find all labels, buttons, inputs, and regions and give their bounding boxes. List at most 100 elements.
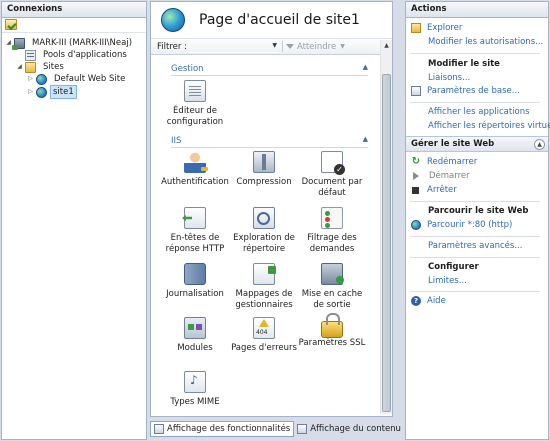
action-start[interactable]: Démarrer bbox=[411, 170, 470, 182]
directory-browsing-icon bbox=[253, 207, 275, 229]
features-view-icon bbox=[154, 424, 164, 434]
feature-mime-types[interactable]: Types MIME bbox=[161, 371, 229, 408]
action-basic-settings[interactable]: Paramètres de base... bbox=[411, 85, 520, 97]
expander-icon[interactable]: ◢ bbox=[5, 37, 12, 49]
collapse-icon[interactable]: ▲ bbox=[534, 139, 545, 150]
action-modify-permissions[interactable]: Modifier les autorisations... bbox=[428, 36, 543, 48]
explore-icon bbox=[411, 23, 421, 33]
action-help[interactable]: ? Aide bbox=[411, 295, 446, 307]
feature-label: Exploration de répertoire bbox=[233, 233, 295, 254]
collapse-icon[interactable]: ▲ bbox=[363, 135, 368, 143]
error-pages-icon bbox=[253, 317, 275, 339]
edit-icon bbox=[411, 86, 421, 96]
feature-modules[interactable]: Modules bbox=[161, 317, 229, 354]
action-view-applications[interactable]: Afficher les applications bbox=[428, 106, 530, 118]
feature-compression[interactable]: Compression bbox=[230, 151, 298, 188]
feature-label: Mise en cache de sortie bbox=[301, 289, 363, 310]
filter-dropdown-icon[interactable]: ▼ bbox=[272, 42, 277, 49]
action-label: Arrêter bbox=[427, 185, 457, 195]
filter-bar: Filtrer : ▼ Atteindre ▼ bbox=[151, 38, 392, 55]
feature-config-editor[interactable]: Éditeur de configuration bbox=[161, 80, 229, 127]
tree-node-label: Default Web Site bbox=[54, 74, 126, 84]
default-document-icon bbox=[321, 151, 345, 175]
separator bbox=[410, 236, 540, 237]
group-header-iis[interactable]: IIS ▲ bbox=[171, 135, 368, 148]
connections-panel: Connexions ◢ MARK-III (MARK-III\Neaj) Po… bbox=[1, 1, 147, 440]
feature-ssl-settings[interactable]: Paramètres SSL bbox=[298, 313, 366, 349]
separator bbox=[410, 201, 540, 202]
feature-label: Compression bbox=[236, 177, 292, 187]
tree-node-site1[interactable]: ▷ site1 bbox=[27, 85, 77, 99]
atteindre-button[interactable]: Atteindre ▼ bbox=[285, 42, 345, 52]
filter-input[interactable]: ▼ bbox=[188, 40, 279, 53]
expander-icon[interactable]: ▷ bbox=[27, 86, 34, 98]
feature-authentication[interactable]: Authentification bbox=[161, 151, 229, 188]
group-header-gestion[interactable]: Gestion ▲ bbox=[171, 63, 368, 76]
action-stop[interactable]: Arrêter bbox=[411, 184, 457, 196]
logging-icon bbox=[184, 263, 206, 285]
action-label: Afficher les applications bbox=[428, 107, 530, 117]
feature-directory-browsing[interactable]: Exploration de répertoire bbox=[230, 207, 298, 254]
expander-icon[interactable]: ▷ bbox=[27, 73, 34, 85]
actions-title: Actions bbox=[406, 2, 548, 18]
action-restart[interactable]: ↻ Redémarrer bbox=[411, 156, 477, 168]
compression-icon bbox=[253, 151, 275, 173]
configure-heading: Configurer bbox=[428, 262, 479, 272]
feature-logging[interactable]: Journalisation bbox=[161, 263, 229, 300]
authentication-icon bbox=[184, 151, 208, 173]
funnel-icon bbox=[285, 44, 294, 49]
site-globe-icon bbox=[161, 8, 185, 32]
collapse-icon[interactable]: ▲ bbox=[363, 63, 368, 71]
action-view-virtual-dirs[interactable]: Afficher les répertoires virtuels bbox=[428, 120, 550, 132]
action-label: Paramètres avancés... bbox=[428, 241, 523, 251]
connect-icon[interactable] bbox=[5, 19, 17, 30]
feature-request-filtering[interactable]: Filtrage des demandes bbox=[298, 207, 366, 254]
feature-handler-mappings[interactable]: Mappages de gestionnaires bbox=[230, 263, 298, 310]
action-label: Parcourir *:80 (http) bbox=[427, 220, 513, 230]
action-label: Paramètres de base... bbox=[427, 86, 520, 96]
features-panel: Page d'accueil de site1 Filtrer : ▼ Atte… bbox=[150, 1, 393, 417]
vertical-scrollbar[interactable]: ▲ bbox=[380, 40, 392, 414]
action-explorer[interactable]: Explorer bbox=[411, 22, 462, 34]
stop-icon bbox=[412, 186, 419, 194]
tab-label: Affichage du contenu bbox=[310, 424, 401, 434]
action-advanced-settings[interactable]: Paramètres avancés... bbox=[428, 240, 522, 252]
scroll-up-icon[interactable]: ▲ bbox=[382, 42, 391, 50]
server-icon bbox=[12, 37, 25, 50]
action-label: Modifier les autorisations... bbox=[428, 37, 544, 47]
action-label: Aide bbox=[427, 296, 446, 306]
tree-node-default-web-site[interactable]: ▷ Default Web Site bbox=[27, 73, 129, 85]
feature-default-document[interactable]: Document par défaut bbox=[298, 151, 366, 198]
feature-label: Journalisation bbox=[166, 289, 224, 299]
action-limits[interactable]: Limites... bbox=[428, 275, 467, 287]
action-bindings[interactable]: Liaisons... bbox=[428, 72, 470, 84]
chevron-down-icon[interactable]: ▼ bbox=[340, 43, 345, 50]
tab-content-view[interactable]: Affichage du contenu bbox=[294, 421, 404, 437]
expander-icon[interactable]: ◢ bbox=[16, 61, 23, 73]
tree-node-app-pools[interactable]: Pools d'applications bbox=[16, 49, 131, 61]
content-view-icon bbox=[297, 424, 308, 434]
feature-label: Éditeur de configuration bbox=[166, 106, 224, 127]
feature-error-pages[interactable]: Pages d'erreurs bbox=[230, 317, 298, 354]
config-editor-icon bbox=[184, 80, 206, 102]
action-label: Redémarrer bbox=[427, 157, 478, 167]
manage-site-header[interactable]: Gérer le site Web ▲ bbox=[406, 136, 548, 152]
edit-site-heading: Modifier le site bbox=[428, 59, 500, 69]
scroll-thumb[interactable] bbox=[382, 74, 391, 412]
feature-label: Modules bbox=[177, 343, 213, 353]
features-content: Gestion ▲ Éditeur de configuration IIS ▲… bbox=[151, 58, 380, 416]
action-browse-80[interactable]: Parcourir *:80 (http) bbox=[411, 219, 512, 231]
toolbar-separator bbox=[281, 41, 283, 52]
handler-mappings-icon bbox=[253, 263, 276, 285]
browse-site-heading: Parcourir le site Web bbox=[428, 206, 529, 216]
feature-label: Types MIME bbox=[170, 397, 220, 407]
feature-http-headers[interactable]: En-têtes de réponse HTTP bbox=[161, 207, 229, 254]
folder-icon bbox=[25, 61, 36, 73]
feature-output-caching[interactable]: Mise en cache de sortie bbox=[298, 263, 366, 310]
connections-toolbar bbox=[2, 18, 146, 33]
tab-features-view[interactable]: Affichage des fonctionnalités bbox=[150, 421, 295, 437]
app-pool-icon bbox=[25, 49, 36, 61]
page-header: Page d'accueil de site1 bbox=[151, 2, 392, 38]
actions-panel: Actions Explorer Modifier les autorisati… bbox=[405, 1, 550, 440]
mime-types-icon bbox=[184, 371, 206, 393]
